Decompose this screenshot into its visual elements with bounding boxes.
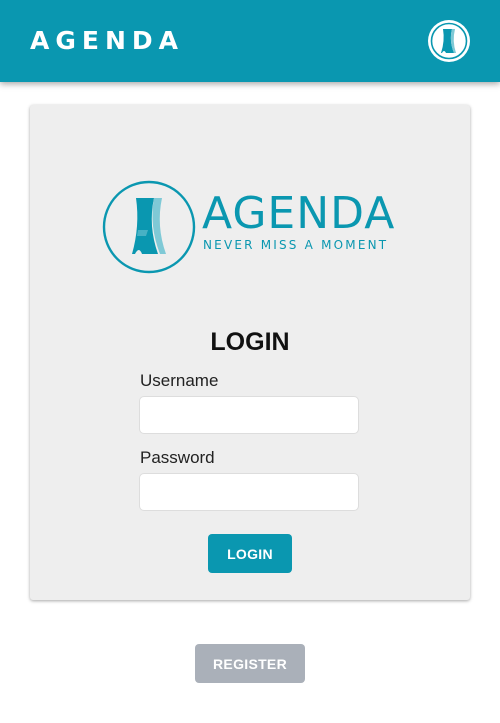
password-label: Password — [140, 448, 215, 467]
brand-tagline: NEVER MISS A MOMENT — [203, 238, 389, 252]
password-input[interactable] — [139, 473, 359, 511]
agenda-logo-icon — [102, 180, 196, 274]
login-title: LOGIN — [210, 328, 290, 356]
login-card: AGENDA NEVER MISS A MOMENT LOGIN Usernam… — [30, 105, 470, 600]
app-title: AGENDA — [30, 26, 184, 55]
login-button[interactable]: LOGIN — [208, 534, 292, 573]
app-header: AGENDA — [0, 0, 500, 82]
username-label: Username — [140, 371, 219, 390]
brand-logo: AGENDA NEVER MISS A MOMENT — [102, 180, 402, 275]
register-button[interactable]: REGISTER — [195, 644, 305, 683]
brand-name: AGENDA — [202, 188, 396, 239]
username-input[interactable] — [139, 396, 359, 434]
agenda-logo-icon[interactable] — [427, 19, 471, 63]
